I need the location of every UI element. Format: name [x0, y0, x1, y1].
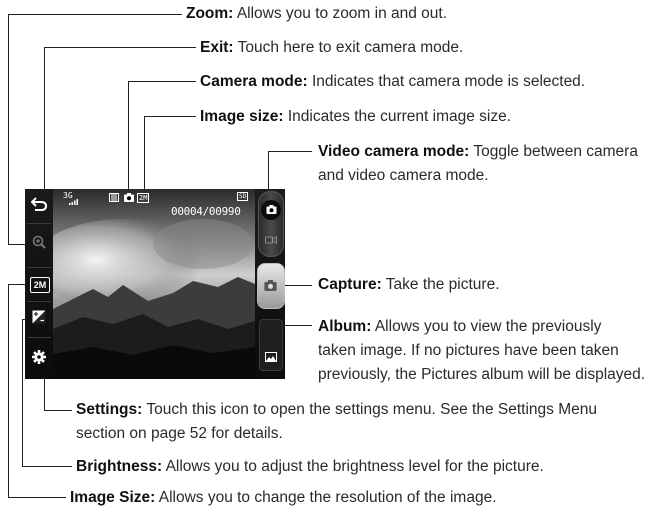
capture-camera-icon [264, 280, 277, 291]
shot-counter: 00004/00990 [171, 205, 241, 218]
gear-icon [32, 350, 46, 364]
camera-mode-toggle-icon [261, 200, 281, 220]
video-camera-icon [265, 232, 277, 244]
album-icon [265, 352, 277, 362]
album-button[interactable] [259, 319, 283, 371]
callout-camera-mode: Camera mode: Indicates that camera mode … [200, 73, 586, 90]
brightness-button[interactable] [29, 309, 49, 329]
mode-toggle-switch[interactable] [258, 191, 284, 257]
leader-line-video-camera-mode [268, 151, 270, 191]
zoom-button[interactable] [29, 234, 49, 254]
toolbar-divider [27, 337, 51, 338]
leader-line-camera-mode [128, 81, 196, 83]
callout-zoom: Zoom: Allows you to zoom in and out. [186, 5, 448, 22]
callout-capture: Capture: Take the picture. [318, 276, 500, 293]
callout-brightness: Brightness: Allows you to adjust the bri… [76, 458, 544, 475]
callout-settings: Settings: Touch this icon to open the se… [76, 401, 597, 442]
callout-image-size: Image Size: Allows you to change the res… [70, 489, 497, 506]
leader-line-image-size [8, 497, 66, 499]
toolbar-divider [27, 301, 51, 302]
storage-icon: SD [237, 192, 249, 201]
capture-button[interactable] [257, 263, 285, 309]
camera-viewfinder-screen: 3G 2M SD 00004/00990 2M [25, 189, 285, 379]
image-size-button[interactable]: 2M [29, 274, 50, 294]
left-toolbar: 2M [25, 189, 53, 379]
toolbar-divider [27, 223, 51, 224]
back-arrow-icon [30, 197, 48, 211]
signal-icon [69, 198, 79, 208]
brightness-icon [32, 310, 46, 324]
settings-button[interactable] [29, 349, 49, 369]
toolbar-divider [27, 267, 51, 268]
leader-line-exit [44, 47, 196, 49]
camera-mode-indicator-icon [124, 193, 134, 203]
zoom-in-icon [32, 235, 46, 249]
leader-line-image-size-indicator [144, 116, 196, 118]
exit-button[interactable] [29, 196, 49, 216]
leader-line-image-size-indicator [144, 116, 146, 193]
callout-album: Album: Allows you to view the previously… [318, 318, 646, 383]
leader-line-settings [44, 410, 72, 412]
callout-video-camera-mode: Video camera mode: Toggle between camera… [318, 143, 638, 184]
callout-image-size-indicator: Image size: Indicates the current image … [200, 108, 512, 125]
leader-line-brightness [22, 319, 24, 467]
leader-line-image-size [8, 284, 10, 498]
leader-line-zoom [8, 14, 10, 244]
leader-line-camera-mode [128, 81, 130, 193]
leader-line-zoom [8, 14, 182, 16]
callout-exit: Exit: Touch here to exit camera mode. [200, 39, 464, 56]
memory-icon [109, 193, 119, 203]
image-size-indicator-icon: 2M [137, 193, 150, 203]
image-size-icon: 2M [30, 277, 50, 293]
leader-line-brightness [22, 466, 72, 468]
leader-line-exit [44, 47, 46, 193]
right-toolbar [255, 189, 285, 379]
leader-line-video-camera-mode [268, 151, 312, 153]
